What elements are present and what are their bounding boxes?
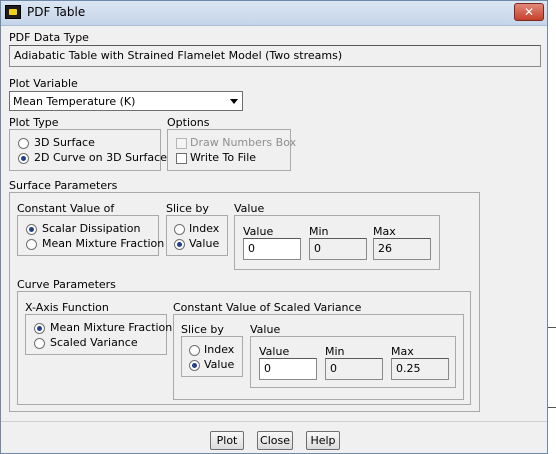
curve-min-field: 0 — [325, 358, 383, 380]
radio-2d-curve[interactable] — [18, 153, 29, 164]
surface-value-group: Value Min Max 0 0 26 — [234, 215, 440, 270]
curve-value-group: Value Min Max 0 0 0.25 — [250, 336, 456, 388]
plot-type-label: Plot Type — [9, 116, 59, 129]
surface-slice-value-label: Value — [189, 237, 220, 250]
surface-slice-index-label: Index — [189, 222, 220, 235]
curve-max-field: 0.25 — [391, 358, 449, 380]
options-group: Draw Numbers Box Write To File — [167, 129, 296, 171]
title-bar: PDF Table ✕ — [1, 1, 547, 26]
pdf-data-type-field: Adiabatic Table with Strained Flamelet M… — [9, 45, 541, 67]
x-axis-function-label: X-Axis Function — [25, 301, 109, 314]
x-axis-function-group: Mean Mixture Fraction Scaled Variance — [25, 314, 172, 355]
app-icon — [5, 5, 21, 19]
surface-slice-index-radio[interactable] — [174, 224, 185, 235]
radio-x-scaled-variance[interactable] — [34, 338, 45, 349]
pdf-table-window: PDF Table ✕ PDF Data Type Adiabatic Tabl… — [0, 0, 548, 454]
surface-value-input[interactable]: 0 — [243, 238, 301, 260]
constant-value-of-group: Scalar Dissipation Mean Mixture Fraction — [17, 215, 164, 256]
radio-scalar-dissipation-label: Scalar Dissipation — [42, 222, 141, 235]
surface-parameters-label: Surface Parameters — [9, 179, 118, 192]
plot-variable-label: Plot Variable — [9, 77, 78, 90]
draw-numbers-box-checkbox — [176, 138, 187, 149]
plot-variable-dropdown[interactable]: Mean Temperature (K) — [9, 91, 243, 111]
background-window-edge — [548, 327, 556, 328]
radio-2d-curve-label: 2D Curve on 3D Surface — [34, 151, 167, 164]
chevron-down-icon — [230, 99, 238, 104]
curve-slice-value-radio[interactable] — [189, 360, 200, 371]
radio-x-mean-mixture-fraction-label: Mean Mixture Fraction — [50, 321, 173, 334]
write-to-file-label: Write To File — [190, 151, 257, 164]
write-to-file-checkbox[interactable] — [176, 153, 187, 164]
radio-3d-surface[interactable] — [18, 138, 29, 149]
curve-slice-index-radio[interactable] — [189, 345, 200, 356]
surface-value-label: Value — [243, 225, 274, 238]
curve-value-input[interactable]: 0 — [259, 358, 317, 380]
surface-min-field: 0 — [309, 238, 367, 260]
close-icon[interactable]: ✕ — [514, 3, 544, 21]
window-title: PDF Table — [27, 5, 86, 19]
help-button[interactable]: Help — [306, 431, 340, 450]
button-separator — [1, 421, 547, 422]
surface-slice-by-label: Slice by — [166, 202, 209, 215]
radio-3d-surface-label: 3D Surface — [34, 136, 95, 149]
curve-slice-by-label: Slice by — [181, 323, 224, 336]
background-window-edge — [548, 407, 556, 408]
curve-max-label: Max — [391, 345, 414, 358]
curve-slice-value-label: Value — [204, 358, 235, 371]
radio-mean-mixture-fraction[interactable] — [26, 239, 37, 250]
constant-scaled-variance-label: Constant Value of Scaled Variance — [173, 301, 362, 314]
plot-variable-selected: Mean Temperature (K) — [13, 95, 136, 108]
plot-type-group: 3D Surface 2D Curve on 3D Surface — [9, 129, 167, 171]
curve-value-label: Value — [259, 345, 290, 358]
constant-value-of-label: Constant Value of — [17, 202, 115, 215]
plot-button[interactable]: Plot — [210, 431, 244, 450]
curve-slice-by-group: Index Value — [181, 336, 243, 377]
curve-value-group-label: Value — [250, 323, 281, 336]
surface-slice-value-radio[interactable] — [174, 239, 185, 250]
surface-max-field: 26 — [373, 238, 431, 260]
surface-value-group-label: Value — [234, 202, 265, 215]
radio-x-mean-mixture-fraction[interactable] — [34, 323, 45, 334]
radio-scalar-dissipation[interactable] — [26, 224, 37, 235]
curve-slice-index-label: Index — [204, 343, 235, 356]
options-label: Options — [167, 116, 210, 129]
draw-numbers-box-label: Draw Numbers Box — [190, 136, 297, 149]
curve-parameters-label: Curve Parameters — [17, 278, 116, 291]
radio-mean-mixture-fraction-label: Mean Mixture Fraction — [42, 237, 165, 250]
surface-min-label: Min — [309, 225, 329, 238]
pdf-data-type-label: PDF Data Type — [9, 31, 89, 44]
surface-max-label: Max — [373, 225, 396, 238]
curve-min-label: Min — [325, 345, 345, 358]
surface-slice-by-group: Index Value — [166, 215, 228, 256]
close-button[interactable]: Close — [257, 431, 293, 450]
radio-x-scaled-variance-label: Scaled Variance — [50, 336, 138, 349]
